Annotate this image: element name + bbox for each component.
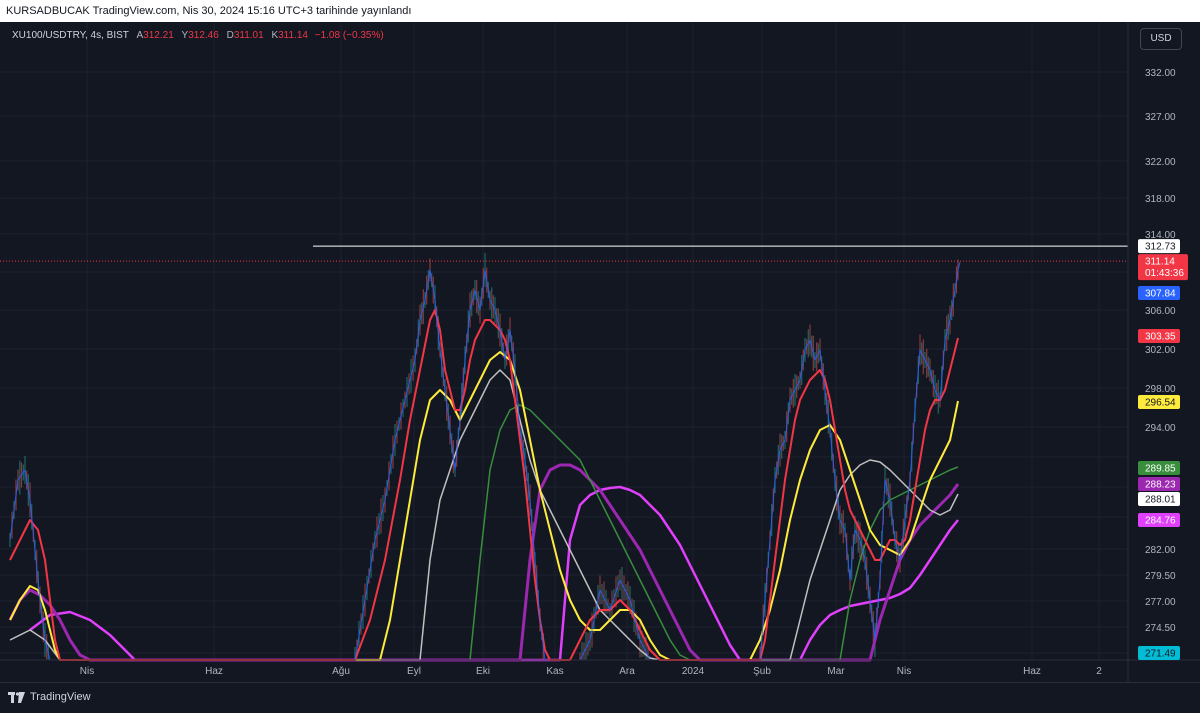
y-tick-label: 306.00 [1145, 306, 1176, 317]
x-tick-label: Haz [1023, 666, 1041, 677]
price-label-3-text: 289.85 [1145, 464, 1176, 475]
horizontal-line-label-text: 312.73 [1145, 242, 1176, 253]
price-chart[interactable]: 332.00327.00322.00318.00314.00306.00302.… [0, 22, 1200, 682]
series-line-3 [9, 369, 959, 661]
tradingview-logo-icon [8, 691, 25, 703]
low-value: 311.01 [233, 30, 264, 41]
attribution-text: KURSADBUCAK TradingView.com, Nis 30, 202… [6, 5, 412, 17]
footer: TradingView [0, 682, 1200, 713]
currency-button[interactable]: USD [1140, 28, 1182, 50]
x-tick-label: Nis [80, 666, 94, 677]
series-line-6 [29, 485, 959, 662]
tradingview-brand: TradingView [30, 691, 91, 703]
y-tick-label: 302.00 [1145, 345, 1176, 356]
price-label-7-text: 271.49 [1145, 649, 1176, 660]
tradingview-logo[interactable]: TradingView [8, 691, 91, 703]
y-tick-label: 277.00 [1145, 597, 1176, 608]
x-tick-label: Eyl [407, 666, 421, 677]
price-label-5-text: 288.01 [1145, 495, 1176, 506]
y-tick-label: 294.00 [1145, 423, 1176, 434]
y-tick-label: 318.00 [1145, 194, 1176, 205]
x-tick-label: Eki [476, 666, 490, 677]
x-tick-label: Mar [827, 666, 845, 677]
symbol-info: XU100/USDTRY, 4s, BIST [12, 30, 129, 41]
x-tick-label: 2 [1096, 666, 1102, 677]
y-tick-label: 274.50 [1145, 623, 1176, 634]
price-label-0-text: 307.84 [1145, 289, 1176, 300]
x-tick-label: 2024 [682, 666, 705, 677]
symbol-legend: XU100/USDTRY, 4s, BIST A312.21 Y312.46 D… [12, 30, 384, 41]
y-tick-label: 327.00 [1145, 112, 1176, 123]
series-line-4 [469, 404, 959, 661]
series-line-2 [9, 351, 959, 661]
y-tick-label: 282.00 [1145, 545, 1176, 556]
x-tick-label: Şub [753, 666, 771, 677]
x-tick-label: Kas [546, 666, 563, 677]
last-price-countdown: 01:43:36 [1145, 268, 1184, 279]
x-tick-label: Haz [205, 666, 223, 677]
chart-area[interactable]: 332.00 327.00 322.00 318.00 314.00 306.00 302.… [0, 22, 1200, 682]
y-tick-label: 298.00 [1145, 384, 1176, 395]
high-value: 312.46 [188, 30, 219, 41]
price-label-4-text: 288.23 [1145, 480, 1176, 491]
x-tick-label: Nis [897, 666, 911, 677]
y-tick-label: 332.00 [1145, 68, 1176, 79]
y-tick-label: 279.50 [1145, 571, 1176, 582]
y-tick-label: 322.00 [1145, 157, 1176, 168]
series-line-1 [9, 309, 959, 661]
price-label-6-text: 284.76 [1145, 516, 1176, 527]
open-value: 312.21 [143, 30, 174, 41]
price-label-1-text: 303.35 [1145, 332, 1176, 343]
attribution-bar: KURSADBUCAK TradingView.com, Nis 30, 202… [0, 0, 1200, 22]
close-value: 311.14 [278, 30, 308, 41]
change-value: −1.08 (−0.35%) [314, 30, 384, 41]
x-tick-label: Ara [619, 666, 635, 677]
price-label-2-text: 296.54 [1145, 398, 1176, 409]
x-tick-label: Ağu [332, 666, 350, 677]
last-price-text: 311.14 [1145, 257, 1175, 268]
low-label: D [226, 30, 234, 41]
